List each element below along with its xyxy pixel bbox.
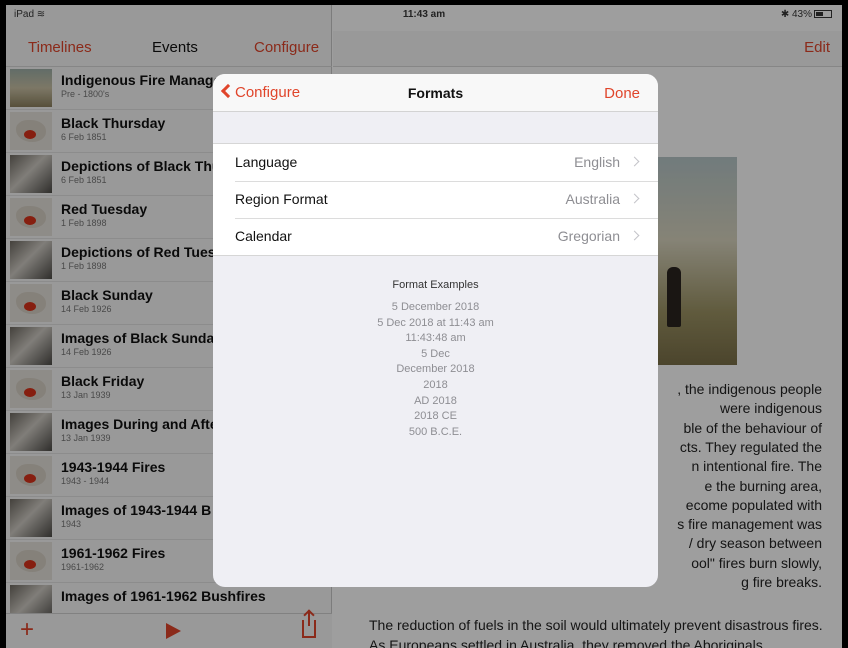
- setting-label: Calendar: [235, 228, 292, 244]
- setting-row-region-format[interactable]: Region Format Australia: [213, 181, 658, 218]
- format-example: 2018: [423, 378, 448, 391]
- status-bar: iPad ≋ 11:43 am ✱ 43%: [6, 5, 842, 31]
- ipad-screen: Timelines Events Configure Indigenous Fi…: [6, 5, 842, 648]
- setting-row-language[interactable]: Language English: [213, 144, 658, 181]
- chevron-right-icon: [629, 156, 640, 167]
- format-example: 11:43:48 am: [405, 332, 466, 345]
- format-example: December 2018: [396, 363, 475, 376]
- format-examples-title: Format Examples: [392, 279, 479, 291]
- setting-value: English: [574, 154, 620, 170]
- format-example: 5 Dec: [421, 347, 450, 360]
- format-example: 5 Dec 2018 at 11:43 am: [377, 316, 494, 329]
- done-button[interactable]: Done: [604, 85, 640, 102]
- chevron-right-icon: [629, 230, 640, 241]
- setting-label: Region Format: [235, 191, 328, 207]
- setting-value: Australia: [565, 191, 620, 207]
- battery-icon: [814, 10, 832, 18]
- format-example: 500 B.C.E.: [408, 425, 463, 438]
- bluetooth-icon: ✱: [780, 9, 790, 20]
- format-examples-list: 5 December 2018 5 Dec 2018 at 11:43 am 11:…: [213, 300, 658, 440]
- format-settings-group: Language English Region Format Australia Cal…: [213, 143, 658, 256]
- modal-title: Formats: [407, 85, 464, 101]
- format-example: 5 December 2018: [391, 301, 480, 313]
- formats-modal: Configure Formats Done Language English Re…: [213, 74, 658, 587]
- chevron-right-icon: [629, 193, 640, 204]
- setting-row-calendar[interactable]: Calendar Gregorian: [213, 218, 658, 255]
- setting-value: Gregorian: [557, 228, 620, 244]
- modal-nav-bar: Configure Formats Done: [213, 74, 658, 112]
- battery-indicator: ✱ 43%: [781, 9, 832, 20]
- setting-label: Language: [235, 154, 298, 170]
- format-example: 2018 CE: [414, 410, 457, 423]
- status-time: 11:43 am: [402, 9, 446, 20]
- battery-percent: 43%: [791, 9, 812, 20]
- format-example: AD 2018: [414, 394, 457, 407]
- format-examples: Format Examples 5 December 2018 5 Dec 201…: [213, 279, 658, 440]
